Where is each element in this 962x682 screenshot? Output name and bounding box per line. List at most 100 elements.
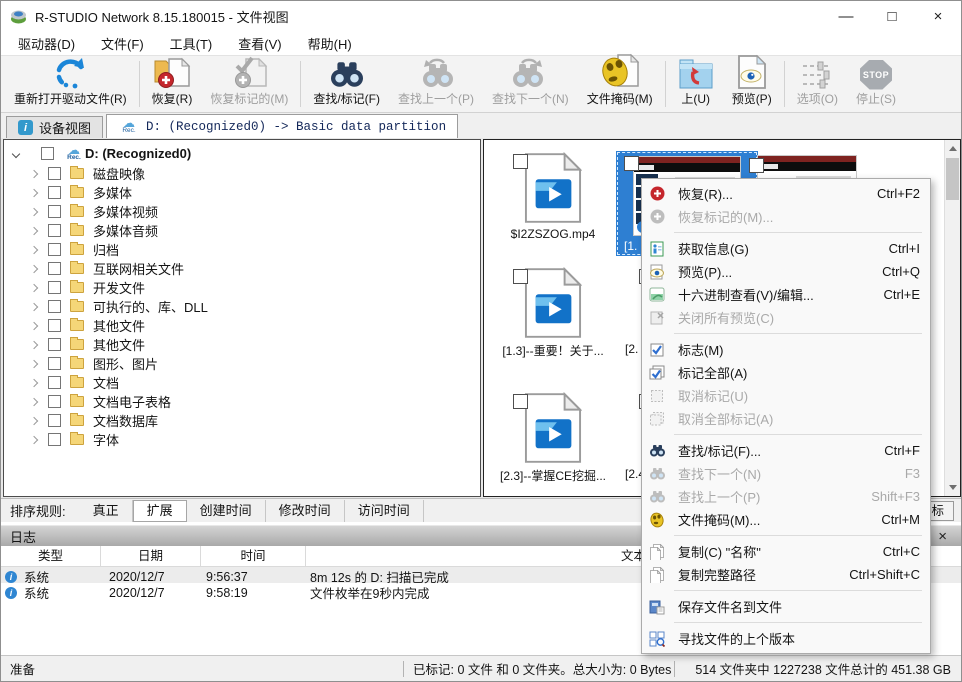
chevron-right-icon[interactable] — [30, 416, 38, 424]
tree-item[interactable]: 其他文件 — [4, 316, 480, 335]
checkbox[interactable] — [48, 319, 61, 332]
checkbox[interactable] — [749, 158, 764, 173]
log-col-time[interactable]: 时间 — [201, 546, 306, 567]
sort-tab-accessed[interactable]: 访问时间 — [345, 500, 424, 522]
menu-item-copy-full-path[interactable]: 复制完整路径Ctrl+Shift+C — [642, 563, 930, 586]
tree-item[interactable]: 可执行的、库、DLL — [4, 297, 480, 316]
chevron-down-icon[interactable] — [12, 149, 20, 157]
checkbox[interactable] — [48, 205, 61, 218]
maximize-button[interactable]: □ — [869, 1, 915, 31]
tree-item[interactable]: 磁盘映像 — [4, 164, 480, 183]
chevron-right-icon[interactable] — [30, 245, 38, 253]
tree-item[interactable]: 多媒体 — [4, 183, 480, 202]
chevron-right-icon[interactable] — [30, 397, 38, 405]
checkbox[interactable] — [41, 147, 54, 160]
chevron-right-icon[interactable] — [30, 226, 38, 234]
menu-item-find-previous-versions[interactable]: 寻找文件的上个版本 — [642, 627, 930, 650]
tree-item[interactable]: 字体 — [4, 430, 480, 449]
find-previous-icon — [648, 488, 666, 505]
tree-item[interactable]: 文档 — [4, 373, 480, 392]
log-col-type[interactable]: 类型 — [1, 546, 101, 567]
checkbox[interactable] — [624, 156, 639, 171]
checkbox[interactable] — [48, 281, 61, 294]
find-mark-button[interactable]: 查找/标记(F) — [304, 56, 389, 112]
menu-item-recover[interactable]: 恢复(R)...Ctrl+F2 — [642, 182, 930, 205]
vertical-scrollbar[interactable] — [944, 140, 960, 496]
file-item[interactable]: [1.3]--重要！关于... — [491, 265, 615, 359]
tree-root[interactable]: ☁Rec. D: (Recognized0) — [4, 143, 480, 164]
tab-partition-view[interactable]: ☁Rec. D: (Recognized0) -> Basic data par… — [106, 114, 458, 138]
sort-tab-extension[interactable]: 扩展 — [133, 500, 187, 522]
recover-button[interactable]: 恢复(R) — [143, 56, 202, 112]
chevron-right-icon[interactable] — [30, 340, 38, 348]
close-button[interactable]: × — [915, 1, 961, 31]
menu-item-mark-all[interactable]: 标记全部(A) — [642, 361, 930, 384]
sort-tab-modified[interactable]: 修改时间 — [266, 500, 345, 522]
tab-device-view[interactable]: 设备视图 — [6, 116, 103, 138]
checkbox[interactable] — [48, 186, 61, 199]
tree-item[interactable]: 文档电子表格 — [4, 392, 480, 411]
menu-help[interactable]: 帮助(H) — [295, 32, 365, 55]
menu-item-find-mark[interactable]: 查找/标记(F)...Ctrl+F — [642, 439, 930, 462]
checkbox[interactable] — [48, 414, 61, 427]
tree-item[interactable]: 开发文件 — [4, 278, 480, 297]
chevron-right-icon[interactable] — [30, 321, 38, 329]
sort-tab-created[interactable]: 创建时间 — [187, 500, 266, 522]
file-mask-button[interactable]: 文件掩码(M) — [578, 56, 662, 112]
menu-item-file-mask[interactable]: 文件掩码(M)...Ctrl+M — [642, 508, 930, 531]
find-next-icon — [648, 465, 666, 482]
checkbox[interactable] — [48, 167, 61, 180]
checkbox[interactable] — [48, 243, 61, 256]
chevron-right-icon[interactable] — [30, 264, 38, 272]
chevron-right-icon[interactable] — [30, 302, 38, 310]
chevron-right-icon[interactable] — [30, 283, 38, 291]
checkbox[interactable] — [48, 395, 61, 408]
checkbox[interactable] — [513, 154, 528, 169]
scrollbar-thumb[interactable] — [946, 158, 959, 200]
find-mark-icon — [329, 58, 365, 90]
scroll-down-button[interactable] — [945, 479, 960, 496]
minimize-button[interactable]: — — [823, 1, 869, 31]
chevron-right-icon[interactable] — [30, 207, 38, 215]
checkbox[interactable] — [48, 376, 61, 389]
checkbox[interactable] — [48, 262, 61, 275]
tree-item[interactable]: 多媒体音频 — [4, 221, 480, 240]
tree-item[interactable]: 图形、图片 — [4, 354, 480, 373]
tree-item[interactable]: 其他文件 — [4, 335, 480, 354]
checkbox[interactable] — [48, 433, 61, 446]
menu-tools[interactable]: 工具(T) — [157, 32, 226, 55]
file-item[interactable]: $I2ZSZOG.mp4 — [491, 150, 615, 241]
scroll-up-button[interactable] — [945, 140, 960, 157]
checkbox[interactable] — [48, 224, 61, 237]
menu-item-hex-view[interactable]: 十六进制查看(V)/编辑...Ctrl+E — [642, 283, 930, 306]
menu-item-copy-name[interactable]: 复制(C) "名称"Ctrl+C — [642, 540, 930, 563]
chevron-right-icon[interactable] — [30, 378, 38, 386]
chevron-right-icon[interactable] — [30, 359, 38, 367]
menu-item-mark[interactable]: 标志(M) — [642, 338, 930, 361]
close-icon[interactable]: × — [938, 529, 947, 544]
menu-file[interactable]: 文件(F) — [88, 32, 157, 55]
up-button[interactable]: 上(U) — [669, 56, 723, 112]
checkbox[interactable] — [513, 394, 528, 409]
checkbox[interactable] — [48, 338, 61, 351]
tree-item[interactable]: 互联网相关文件 — [4, 259, 480, 278]
chevron-right-icon[interactable] — [30, 188, 38, 196]
sort-tab-real[interactable]: 真正 — [80, 500, 133, 522]
file-item[interactable]: [2.3]--掌握CE挖掘... — [491, 390, 615, 484]
menu-item-get-info[interactable]: 获取信息(G)Ctrl+I — [642, 237, 930, 260]
reopen-drive-button[interactable]: 重新打开驱动文件(R) — [5, 56, 136, 112]
chevron-right-icon[interactable] — [30, 169, 38, 177]
menu-item-save-filenames[interactable]: 保存文件名到文件 — [642, 595, 930, 618]
menu-view[interactable]: 查看(V) — [225, 32, 294, 55]
log-col-date[interactable]: 日期 — [101, 546, 201, 567]
tree-item[interactable]: 归档 — [4, 240, 480, 259]
chevron-right-icon[interactable] — [30, 435, 38, 443]
checkbox[interactable] — [513, 269, 528, 284]
tree-item[interactable]: 多媒体视频 — [4, 202, 480, 221]
preview-button[interactable]: 预览(P) — [723, 56, 781, 112]
menu-drive[interactable]: 驱动器(D) — [5, 32, 88, 55]
menu-item-preview[interactable]: 预览(P)...Ctrl+Q — [642, 260, 930, 283]
tree-item[interactable]: 文档数据库 — [4, 411, 480, 430]
checkbox[interactable] — [48, 357, 61, 370]
checkbox[interactable] — [48, 300, 61, 313]
